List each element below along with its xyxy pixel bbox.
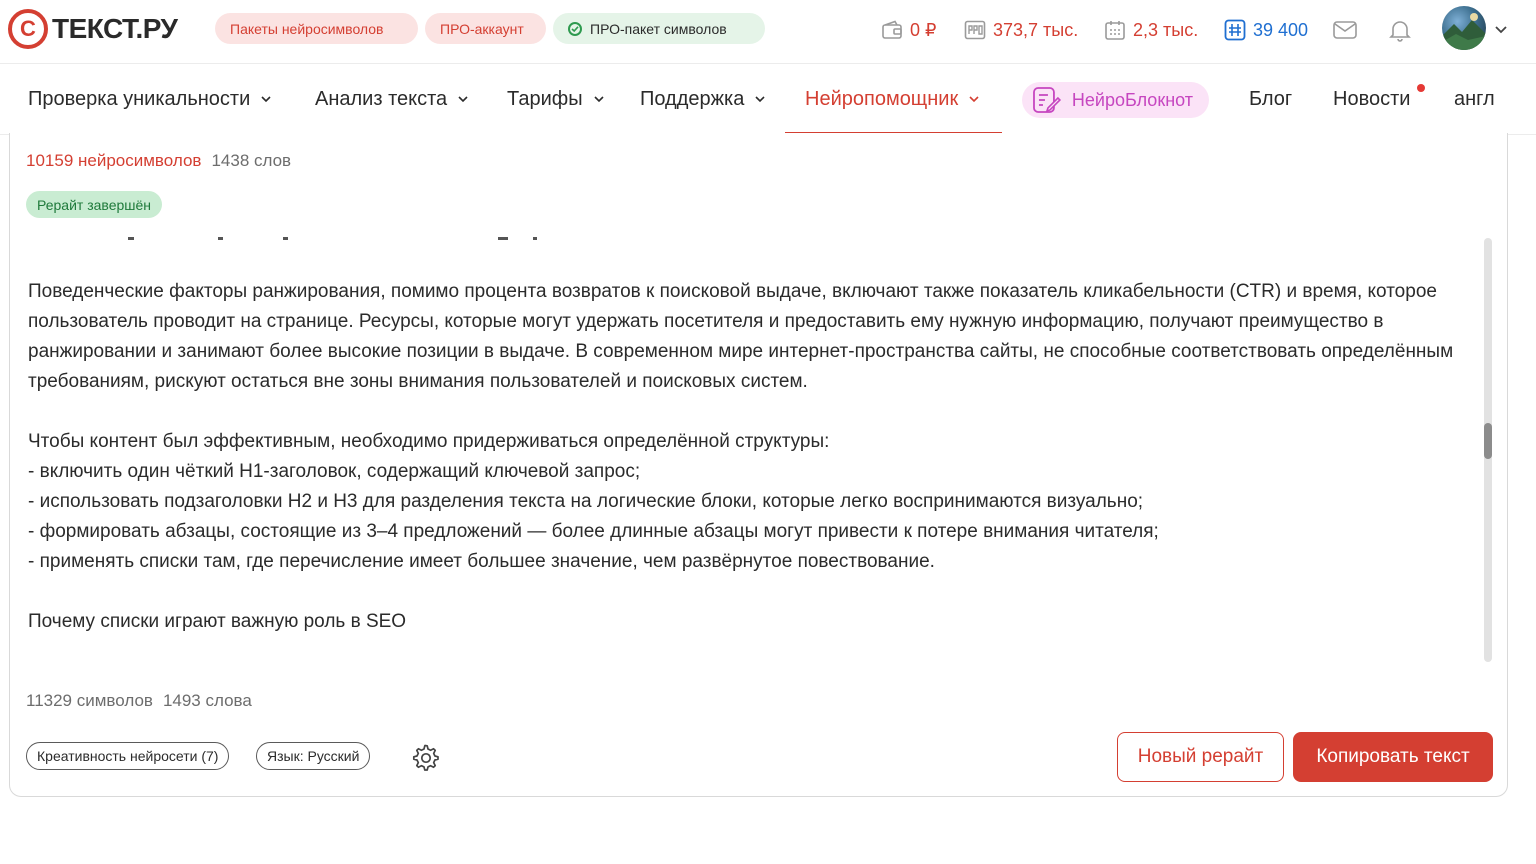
- pro-package-label: ПРО-пакет символов: [590, 20, 727, 37]
- pro-symbols-stat[interactable]: 373,7 тыс.: [963, 16, 1078, 44]
- result-stats: 11329 символов 1493 слова: [26, 691, 252, 711]
- source-word-count: 1438 слов: [211, 151, 292, 170]
- chevron-down-icon: [969, 96, 979, 103]
- list-item: - использовать подзаголовки H2 и H3 для …: [28, 491, 1144, 512]
- status-badge: Рерайт завершён: [26, 191, 163, 218]
- list-item: - применять списки там, где перечисление…: [28, 551, 935, 572]
- paragraph: Почему списки играют важную роль в SEO: [28, 611, 407, 632]
- pro-package-button[interactable]: ПРО-пакет символов: [553, 13, 765, 44]
- rewrite-result-panel: 10159 нейросимволов 1438 слов Рерайт заве…: [9, 133, 1508, 797]
- nav-item-label: Анализ текста: [315, 87, 448, 110]
- paragraph: Поведенческие факторы ранжирования, поми…: [28, 281, 1454, 392]
- user-avatar[interactable]: [1442, 6, 1486, 50]
- notebook-icon: [1033, 87, 1062, 113]
- top-bar: С ТЕКСТ.РУ Пакеты нейросимволов ПРО-акка…: [0, 0, 1536, 62]
- nav-item-label: Новости: [1333, 87, 1411, 110]
- logo-mark: С: [8, 9, 48, 49]
- news-notification-dot: [1417, 84, 1425, 92]
- list-item: - формировать абзацы, состоящие из 3–4 п…: [28, 521, 1159, 542]
- paragraph: Чтобы контент был эффективным, необходим…: [28, 431, 830, 452]
- nav-item-label: Тарифы: [507, 87, 583, 110]
- balance-stat[interactable]: 0 ₽: [880, 16, 936, 44]
- list-item: - включить один чёткий H1-заголовок, сод…: [28, 461, 641, 482]
- check-circle-icon: [568, 21, 582, 36]
- nav-tariffs[interactable]: Тарифы: [507, 64, 605, 134]
- result-text: Поведенческие факторы ранжирования, поми…: [28, 237, 1478, 637]
- wallet-icon: [882, 20, 902, 39]
- balance-value: 0 ₽: [910, 19, 937, 40]
- nav-item-label: англ: [1454, 87, 1495, 110]
- bell-icon[interactable]: [1387, 17, 1413, 43]
- creativity-chip[interactable]: Креативность нейросети (7): [26, 742, 230, 770]
- chevron-down-icon: [458, 96, 468, 103]
- nav-news[interactable]: Новости: [1333, 64, 1410, 134]
- language-chip[interactable]: Язык: Русский: [256, 742, 371, 770]
- clipped-text-fragment: [128, 237, 537, 240]
- daily-value: 2,3 тыс.: [1133, 19, 1199, 40]
- chevron-down-icon: [755, 96, 765, 103]
- site-logo[interactable]: С ТЕКСТ.РУ: [8, 8, 178, 50]
- pro-symbols-value: 373,7 тыс.: [993, 19, 1079, 40]
- nav-text-analysis[interactable]: Анализ текста: [315, 64, 469, 134]
- neuro-packages-button[interactable]: Пакеты нейросимволов: [215, 13, 418, 44]
- result-word-count: 1493 слова: [162, 691, 252, 710]
- mail-icon[interactable]: [1332, 17, 1358, 43]
- daily-stat[interactable]: 2,3 тыс.: [1103, 16, 1198, 44]
- neuro-symbols-value: 39 400: [1253, 19, 1309, 40]
- nav-blog[interactable]: Блог: [1249, 64, 1292, 134]
- copy-text-button[interactable]: Копировать текст: [1293, 732, 1493, 782]
- gear-icon[interactable]: [410, 742, 440, 772]
- scrollbar-thumb[interactable]: [1484, 423, 1492, 459]
- neuro-symbols-icon: [1224, 19, 1246, 41]
- chevron-down-icon: [261, 96, 271, 103]
- nav-item-label: Блог: [1249, 87, 1293, 110]
- result-text-area[interactable]: Поведенческие факторы ранжирования, поми…: [10, 237, 1480, 663]
- neuro-symbols-stat[interactable]: 39 400: [1223, 16, 1308, 44]
- chevron-down-icon[interactable]: [1494, 22, 1508, 36]
- new-rewrite-button[interactable]: Новый рерайт: [1117, 732, 1284, 782]
- avatar-image: [1442, 13, 1486, 50]
- neuro-symbols-count: 10159 нейросимволов: [26, 151, 202, 170]
- result-char-count: 11329 символов: [26, 691, 153, 710]
- neuro-notebook-label: НейроБлокнот: [1071, 89, 1193, 110]
- source-stats: 10159 нейросимволов 1438 слов: [26, 151, 291, 171]
- nav-item-label: Поддержка: [640, 87, 745, 110]
- logo-text: ТЕКСТ.РУ: [52, 13, 178, 44]
- nav-item-label: Проверка уникальности: [28, 87, 251, 110]
- neuro-notebook-button[interactable]: НейроБлокнот: [1022, 82, 1209, 118]
- chevron-down-icon: [594, 96, 604, 103]
- calendar-icon: [1105, 21, 1125, 40]
- nav-language[interactable]: англ: [1454, 64, 1495, 134]
- nav-item-label: Нейропомощник: [805, 87, 959, 110]
- nav-neuro-assistant[interactable]: Нейропомощник: [784, 64, 1003, 134]
- main-nav: Проверка уникальности Анализ текста Тари…: [0, 63, 1536, 135]
- pro-account-button[interactable]: ПРО-аккаунт: [425, 13, 546, 44]
- nav-support[interactable]: Поддержка: [640, 64, 766, 134]
- pro-icon: [964, 20, 986, 40]
- nav-uniqueness-check[interactable]: Проверка уникальности: [28, 64, 272, 134]
